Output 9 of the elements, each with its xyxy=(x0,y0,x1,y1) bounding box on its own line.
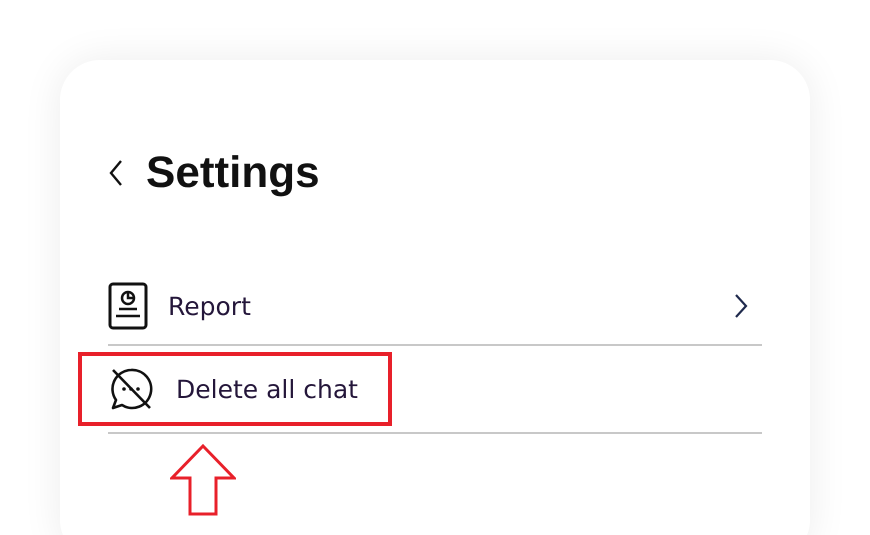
up-arrow-annotation xyxy=(170,444,236,516)
settings-item[interactable]: Delete all chat xyxy=(82,356,388,422)
page-title: Settings xyxy=(146,148,320,198)
chat-off-icon xyxy=(108,366,154,412)
settings-item[interactable]: Report xyxy=(108,276,251,336)
back-button[interactable] xyxy=(108,159,124,187)
item-label: Delete all chat xyxy=(176,374,358,404)
report-icon xyxy=(108,282,148,330)
item-label: Report xyxy=(168,292,251,320)
